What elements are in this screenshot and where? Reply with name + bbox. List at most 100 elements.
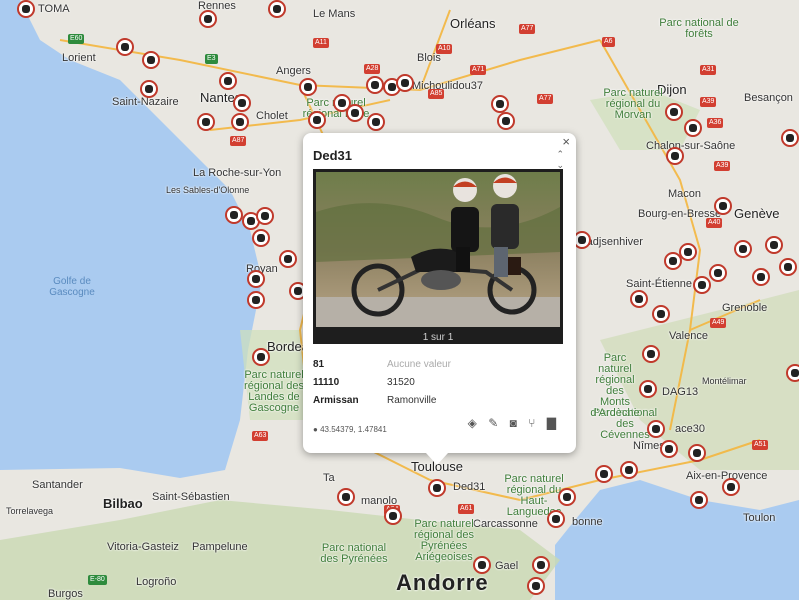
user-marker[interactable] bbox=[140, 80, 158, 98]
place-pampelune: Pampelune bbox=[192, 541, 248, 553]
road-a77: A77 bbox=[519, 24, 536, 34]
user-marker[interactable] bbox=[714, 197, 732, 215]
user-marker[interactable] bbox=[256, 207, 274, 225]
road-a40: A40 bbox=[706, 218, 723, 228]
close-icon[interactable]: × bbox=[562, 134, 570, 149]
row-value: 31520 bbox=[387, 377, 415, 388]
user-marker[interactable] bbox=[367, 113, 385, 131]
user-marker[interactable] bbox=[779, 258, 797, 276]
user-marker[interactable] bbox=[734, 240, 752, 258]
user-marker[interactable] bbox=[647, 420, 665, 438]
paint-bucket-icon[interactable]: ◈ bbox=[468, 416, 477, 430]
place-andorre: Andorre bbox=[396, 570, 489, 595]
user-marker[interactable] bbox=[722, 478, 740, 496]
trash-icon[interactable]: ▇ bbox=[547, 416, 556, 430]
user-marker[interactable] bbox=[688, 444, 706, 462]
user-marker[interactable] bbox=[219, 72, 237, 90]
user-marker[interactable] bbox=[247, 270, 265, 288]
popup-title: Ded31 bbox=[313, 148, 353, 163]
place-ded31: Ded31 bbox=[453, 481, 486, 493]
location-pin-icon: ● bbox=[313, 425, 318, 434]
park-ardeche: Parc naturel régional des Monts d'Ardèch… bbox=[590, 352, 640, 419]
user-marker[interactable] bbox=[765, 236, 783, 254]
user-marker[interactable] bbox=[693, 276, 711, 294]
place-sables: Les Sables-d'Olonne bbox=[166, 185, 250, 195]
user-marker[interactable] bbox=[558, 488, 576, 506]
user-marker[interactable] bbox=[595, 465, 613, 483]
road-a11: A11 bbox=[313, 38, 329, 48]
road-a71: A71 bbox=[470, 65, 487, 75]
user-marker[interactable] bbox=[268, 0, 286, 18]
user-marker[interactable] bbox=[473, 556, 491, 574]
place-ta: Ta bbox=[323, 472, 335, 484]
user-marker[interactable] bbox=[547, 510, 565, 528]
user-marker[interactable] bbox=[642, 345, 660, 363]
user-marker[interactable] bbox=[197, 113, 215, 131]
coordinates-text: 43.54379, 1.47841 bbox=[320, 425, 387, 434]
user-marker[interactable] bbox=[308, 111, 326, 129]
user-marker[interactable] bbox=[527, 577, 545, 595]
user-marker[interactable] bbox=[233, 94, 251, 112]
user-marker[interactable] bbox=[620, 461, 638, 479]
place-montelimar: Montélimar bbox=[702, 376, 747, 386]
user-marker[interactable] bbox=[346, 104, 364, 122]
user-marker[interactable] bbox=[684, 119, 702, 137]
user-marker[interactable] bbox=[247, 291, 265, 309]
user-marker[interactable] bbox=[299, 78, 317, 96]
user-marker[interactable] bbox=[252, 229, 270, 247]
user-marker[interactable] bbox=[252, 348, 270, 366]
road-a49: A49 bbox=[710, 318, 727, 328]
place-grenoble: Grenoble bbox=[722, 302, 768, 314]
road-a85: A85 bbox=[428, 89, 445, 99]
place-saint-nazaire: Saint-Nazaire bbox=[112, 96, 179, 108]
user-marker[interactable] bbox=[666, 147, 684, 165]
user-marker[interactable] bbox=[690, 491, 708, 509]
place-toulon: Toulon bbox=[743, 512, 776, 524]
popup-toolbar: ◈ ✎ ◙ ⑂ ▇ bbox=[460, 416, 556, 430]
user-marker[interactable] bbox=[491, 95, 509, 113]
pencil-icon[interactable]: ✎ bbox=[488, 416, 498, 430]
road-a6: A6 bbox=[602, 37, 615, 47]
user-marker[interactable] bbox=[752, 268, 770, 286]
user-marker[interactable] bbox=[225, 206, 243, 224]
popup-photo[interactable]: 1 sur 1 bbox=[313, 169, 563, 344]
user-marker[interactable] bbox=[384, 507, 402, 525]
user-marker[interactable] bbox=[781, 129, 799, 147]
directions-icon[interactable]: ⑂ bbox=[528, 416, 535, 430]
park-pyrenees-ariegeoises: Parc naturel régional des Pyrénées Ariég… bbox=[414, 518, 474, 563]
user-marker[interactable] bbox=[786, 364, 799, 382]
place-santander: Santander bbox=[32, 479, 83, 491]
place-ace30: ace30 bbox=[675, 423, 705, 435]
row-key: 81 bbox=[313, 359, 325, 370]
user-marker[interactable] bbox=[231, 113, 249, 131]
user-marker[interactable] bbox=[652, 305, 670, 323]
user-marker[interactable] bbox=[532, 556, 550, 574]
park-pyrenees: Parc national des Pyrénées bbox=[320, 542, 388, 565]
user-marker[interactable] bbox=[337, 488, 355, 506]
park-forets: Parc national de forêts bbox=[659, 17, 739, 40]
user-marker[interactable] bbox=[497, 112, 515, 130]
user-marker[interactable] bbox=[639, 380, 657, 398]
user-marker[interactable] bbox=[396, 74, 414, 92]
user-marker[interactable] bbox=[116, 38, 134, 56]
park-morvan: Parc naturel régional du Morvan bbox=[603, 87, 663, 121]
user-marker[interactable] bbox=[199, 10, 217, 28]
user-marker[interactable] bbox=[428, 479, 446, 497]
coordinates: ● 43.54379, 1.47841 bbox=[313, 425, 387, 434]
user-marker[interactable] bbox=[142, 51, 160, 69]
place-chalon: Chalon-sur-Saône bbox=[646, 140, 736, 152]
user-marker[interactable] bbox=[665, 103, 683, 121]
photo-counter: 1 sur 1 bbox=[422, 332, 454, 343]
user-marker[interactable] bbox=[660, 440, 678, 458]
scroll-up-icon[interactable]: ⌃ bbox=[556, 149, 564, 160]
user-marker[interactable] bbox=[366, 76, 384, 94]
user-marker[interactable] bbox=[279, 250, 297, 268]
user-marker[interactable] bbox=[630, 290, 648, 308]
camera-icon[interactable]: ◙ bbox=[510, 416, 517, 430]
user-marker[interactable] bbox=[709, 264, 727, 282]
place-radjsenhiver: radjsenhiver bbox=[583, 236, 643, 248]
road-a39-2: A39 bbox=[714, 161, 731, 171]
place-dag13: DAG13 bbox=[662, 386, 699, 398]
user-marker[interactable] bbox=[679, 243, 697, 261]
user-marker[interactable] bbox=[17, 0, 35, 18]
